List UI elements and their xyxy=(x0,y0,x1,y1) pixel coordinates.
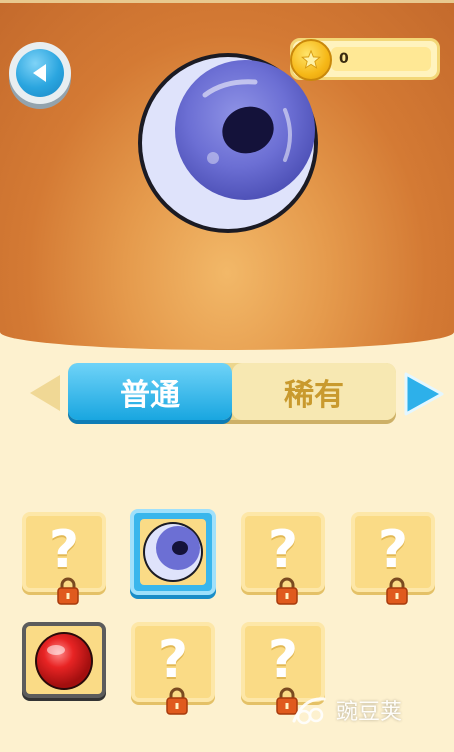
unknown-ball-icon: ? xyxy=(267,630,299,690)
ball-slot-locked[interactable]: ? xyxy=(131,622,215,715)
ball-slot-locked[interactable]: ? xyxy=(351,512,435,605)
next-category-arrow-icon[interactable] xyxy=(402,372,444,416)
ball-slot-owned[interactable] xyxy=(22,622,106,698)
tab-rare[interactable]: 稀有 xyxy=(232,363,396,420)
coin-count: 0 xyxy=(339,51,349,67)
ball-slot-locked[interactable]: ? xyxy=(241,512,325,605)
unknown-ball-icon: ? xyxy=(48,520,80,580)
lock-icon xyxy=(166,687,188,715)
prev-category-arrow-icon[interactable] xyxy=(26,373,62,413)
lock-icon xyxy=(276,577,298,605)
watermark: 豌豆荚 xyxy=(290,685,440,735)
unknown-ball-icon: ? xyxy=(377,520,409,580)
unknown-ball-icon: ? xyxy=(267,520,299,580)
watermark-text: 豌豆荚 xyxy=(336,700,403,725)
back-arrow-icon xyxy=(33,64,46,82)
ball-slot-selected[interactable] xyxy=(130,509,216,595)
selected-ball-preview xyxy=(138,53,318,233)
tab-normal[interactable]: 普通 xyxy=(68,363,232,420)
purple-eye-ball-icon xyxy=(143,522,203,582)
pea-logo-icon xyxy=(292,697,326,725)
red-ball-icon xyxy=(35,632,93,690)
back-button[interactable] xyxy=(9,42,71,104)
unknown-ball-icon: ? xyxy=(157,630,189,690)
category-tabs: 普通 稀有 xyxy=(68,363,396,420)
lock-icon xyxy=(57,577,79,605)
lock-icon xyxy=(386,577,408,605)
ball-slot-locked[interactable]: ? xyxy=(22,512,106,605)
